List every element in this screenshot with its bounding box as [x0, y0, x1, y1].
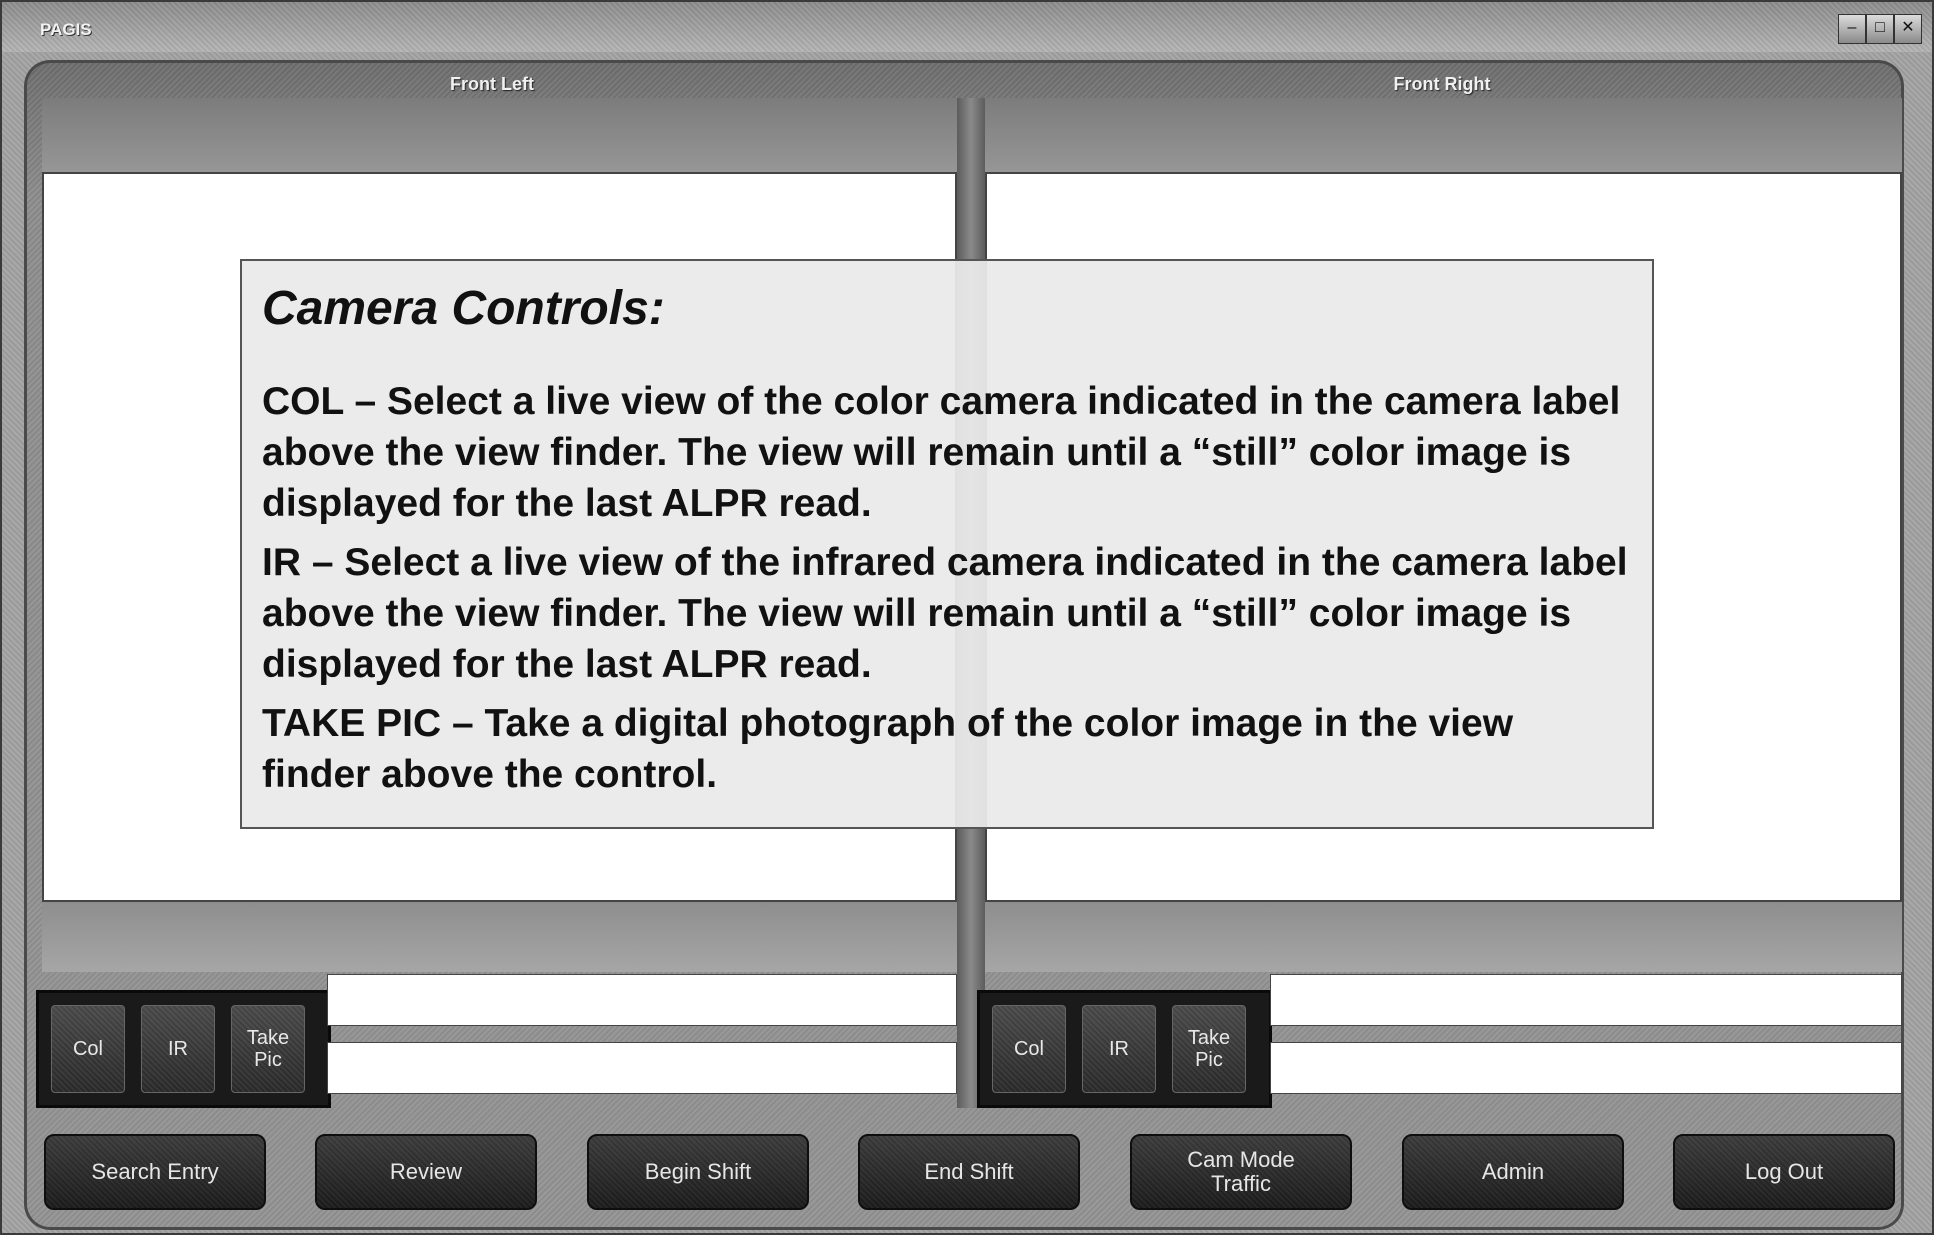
camera-controls-callout: Camera Controls: COL – Select a live vie…: [240, 259, 1654, 829]
take-pic-button-front-right[interactable]: Take Pic: [1172, 1005, 1246, 1093]
info-strip-front-right-1: [1270, 974, 1902, 1026]
info-strip-front-left-2: [327, 1042, 957, 1094]
callout-item-ir: IR – Select a live view of the infrared …: [262, 541, 1628, 686]
close-icon[interactable]: ✕: [1894, 14, 1922, 44]
search-entry-button[interactable]: Search Entry: [44, 1134, 266, 1210]
begin-shift-button[interactable]: Begin Shift: [587, 1134, 809, 1210]
app-title: PAGIS: [40, 20, 92, 39]
cam-mode-label-line1: Cam Mode: [1187, 1146, 1295, 1172]
log-out-button[interactable]: Log Out: [1673, 1134, 1895, 1210]
cam-mode-label-line2: Traffic: [1211, 1171, 1271, 1196]
maximize-icon[interactable]: □: [1866, 14, 1894, 44]
camera-label-front-left: Front Left: [450, 74, 534, 94]
ir-button-front-right[interactable]: IR: [1082, 1005, 1156, 1093]
info-strip-front-left-1: [327, 974, 957, 1026]
end-shift-label: End Shift: [924, 1158, 1014, 1184]
review-label: Review: [389, 1158, 463, 1184]
callout-item-col: COL – Select a live view of the color ca…: [262, 380, 1621, 525]
camera-label-front-right: Front Right: [1393, 74, 1491, 94]
right-panel-footer: [985, 902, 1902, 972]
info-strip-front-right-2: [1270, 1042, 1902, 1094]
left-panel-footer: [42, 902, 957, 972]
cam-mode-button[interactable]: Cam Mode Traffic: [1130, 1134, 1352, 1210]
camera-controls-front-right: Col IR Take Pic: [977, 990, 1272, 1108]
app-window: PAGIS – □ ✕ Front Left Front Right Col I…: [0, 0, 1934, 1235]
search-entry-label: Search Entry: [91, 1158, 219, 1184]
log-out-label: Log Out: [1744, 1158, 1824, 1184]
camera-controls-front-left: Col IR Take Pic: [36, 990, 331, 1108]
title-bar: PAGIS – □ ✕: [2, 2, 1932, 52]
col-button-front-right[interactable]: Col: [992, 1005, 1066, 1093]
end-shift-button[interactable]: End Shift: [858, 1134, 1080, 1210]
callout-title: Camera Controls:: [262, 282, 665, 335]
begin-shift-label: Begin Shift: [644, 1158, 752, 1184]
minimize-icon[interactable]: –: [1838, 14, 1866, 44]
take-pic-button-front-left[interactable]: Take Pic: [231, 1005, 305, 1093]
ir-button-front-left[interactable]: IR: [141, 1005, 215, 1093]
col-button-front-left[interactable]: Col: [51, 1005, 125, 1093]
right-panel-header: [985, 98, 1902, 172]
callout-item-take-pic: TAKE PIC – Take a digital photograph of …: [262, 702, 1514, 796]
admin-button[interactable]: Admin: [1402, 1134, 1624, 1210]
left-panel-header: [42, 98, 957, 172]
review-button[interactable]: Review: [315, 1134, 537, 1210]
admin-label: Admin: [1481, 1158, 1545, 1184]
